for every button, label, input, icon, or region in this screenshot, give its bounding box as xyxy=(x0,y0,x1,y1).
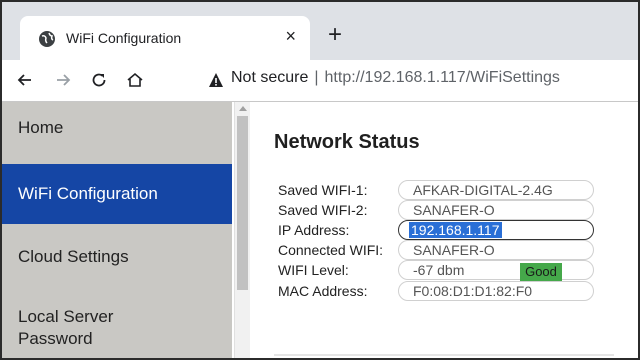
wifi-quality-badge: Good xyxy=(520,263,562,281)
home-button[interactable] xyxy=(122,67,148,93)
reload-icon xyxy=(92,73,106,87)
saved-wifi-2-label: Saved WIFI-2: xyxy=(278,202,368,218)
reload-button[interactable] xyxy=(86,67,112,93)
mac-address-label: MAC Address: xyxy=(278,283,368,299)
security-label: Not secure xyxy=(231,69,309,86)
sidebar-item-local-server-password[interactable]: Local Server Password xyxy=(2,300,152,358)
back-button[interactable] xyxy=(12,67,38,93)
ip-address-value: 192.168.1.117 xyxy=(409,222,502,238)
scrollbar-thumb[interactable] xyxy=(237,116,248,290)
ip-address-field[interactable]: 192.168.1.117 xyxy=(398,220,594,240)
browser-toolbar: Not secure | http://192.168.1.117/WiFiSett… xyxy=(2,60,638,102)
address-separator: | xyxy=(314,69,319,86)
mac-address-field[interactable]: F0:08:D1:D1:82:F0 xyxy=(398,281,594,301)
wifi-level-label: WIFI Level: xyxy=(278,262,349,278)
home-icon xyxy=(127,72,143,87)
saved-wifi-2-field[interactable]: SANAFER-O xyxy=(398,200,594,220)
network-status-panel: Network Status Saved WIFI-1: AFKAR-DIGIT… xyxy=(250,102,638,358)
wifi-level-field[interactable]: -67 dbm xyxy=(398,260,594,280)
sidebar-item-wifi-configuration[interactable]: WiFi Configuration xyxy=(2,164,232,224)
scrollbar[interactable] xyxy=(234,102,250,358)
page-content: Home WiFi Configuration Cloud Settings L… xyxy=(2,102,638,358)
sidebar-item-cloud-settings[interactable]: Cloud Settings xyxy=(2,224,232,290)
address-bar[interactable]: Not secure | http://192.168.1.117/WiFiSett… xyxy=(231,69,560,87)
saved-wifi-1-field[interactable]: AFKAR-DIGITAL-2.4G xyxy=(398,180,594,200)
browser-window: WiFi Configuration × + Not secure | http… xyxy=(0,0,640,360)
divider xyxy=(274,354,614,356)
new-tab-button[interactable]: + xyxy=(328,23,342,47)
arrow-left-icon xyxy=(17,74,31,86)
connected-wifi-field[interactable]: SANAFER-O xyxy=(398,240,594,260)
arrow-right-icon xyxy=(57,74,71,86)
tab-title: WiFi Configuration xyxy=(66,30,182,46)
sidebar-item-home[interactable]: Home xyxy=(2,102,232,154)
globe-icon xyxy=(39,31,55,47)
tab-strip: WiFi Configuration × + xyxy=(2,2,638,60)
forward-button[interactable] xyxy=(50,67,76,93)
ip-address-label: IP Address: xyxy=(278,222,350,238)
close-icon[interactable]: × xyxy=(285,26,296,46)
page-title: Network Status xyxy=(274,131,420,153)
url-text: http://192.168.1.117/WiFiSettings xyxy=(324,69,560,86)
saved-wifi-1-label: Saved WIFI-1: xyxy=(278,182,368,198)
connected-wifi-label: Connected WIFI: xyxy=(278,242,384,258)
browser-tab[interactable]: WiFi Configuration × xyxy=(20,16,310,60)
sidebar: Home WiFi Configuration Cloud Settings L… xyxy=(2,102,232,358)
warning-icon[interactable] xyxy=(208,72,224,88)
scroll-up-icon[interactable] xyxy=(239,106,247,111)
